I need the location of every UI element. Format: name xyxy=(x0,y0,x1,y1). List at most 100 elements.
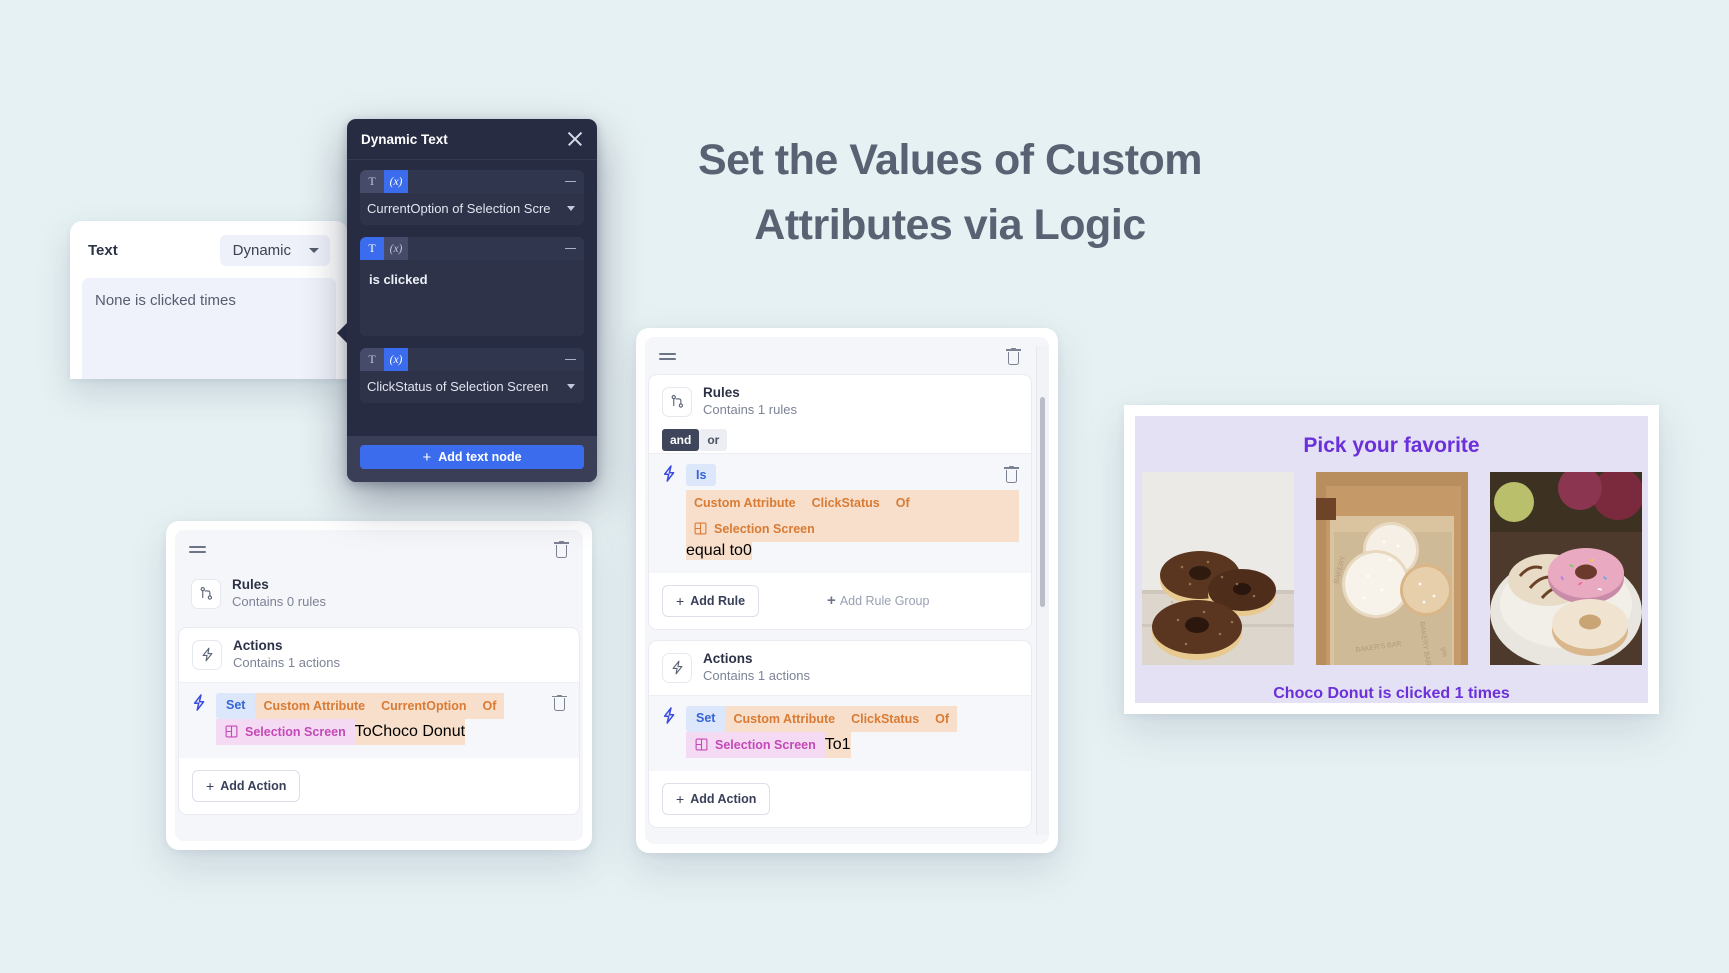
rule-comparator-group[interactable]: equal to 0 xyxy=(686,541,752,560)
rule-screen-chip[interactable]: Selection Screen xyxy=(686,516,823,542)
action-attribute-group[interactable]: Custom Attribute ClickStatus Of xyxy=(725,705,958,732)
center-rules-subtitle: Contains 1 rules xyxy=(703,401,797,417)
rule-screen-label: Selection Screen xyxy=(714,521,815,536)
donut-option-pink[interactable] xyxy=(1489,472,1642,665)
text-panel-label: Text xyxy=(88,242,118,259)
rule-top-line: Is xyxy=(686,463,1019,486)
action-screen-label: Selection Screen xyxy=(245,724,346,739)
drag-handle-icon[interactable] xyxy=(659,352,676,361)
rules-branch-icon xyxy=(662,386,692,417)
action-attribute-name: ClickStatus xyxy=(851,711,920,726)
action-screen-chip[interactable]: Selection Screen xyxy=(216,718,355,745)
add-text-node-button[interactable]: + Add text node xyxy=(360,445,584,469)
rule-verb[interactable]: Is xyxy=(686,463,717,486)
delete-rule-icon[interactable] xyxy=(1004,466,1019,483)
action-line-2: Selection Screen To Choco Donut xyxy=(216,718,543,745)
drag-handle-icon[interactable] xyxy=(189,545,206,554)
delete-icon[interactable] xyxy=(1006,348,1021,365)
donut-preview-caption: Choco Donut is clicked 1 times xyxy=(1273,685,1510,702)
add-action-button[interactable]: + Add Action xyxy=(662,782,771,815)
rule-value: 0 xyxy=(742,541,752,559)
page-title: Set the Values of Custom Attributes via … xyxy=(697,136,1203,250)
rule-attribute-label: Custom Attribute xyxy=(694,495,796,510)
action-row: Set Custom Attribute CurrentOption Of Se… xyxy=(179,681,579,758)
text-type-icon[interactable]: T xyxy=(360,237,384,260)
rule-body: Is Custom Attribute ClickStatus Of Selec… xyxy=(686,463,1019,560)
operator-and-button[interactable]: and xyxy=(662,428,700,451)
action-value: Choco Donut xyxy=(371,722,466,740)
rule-attribute-name: ClickStatus xyxy=(811,495,880,510)
text-node-1-value: CurrentOption of Selection Scre xyxy=(367,201,551,216)
text-node-1-select[interactable]: CurrentOption of Selection Scre xyxy=(360,193,584,225)
add-text-node-label: Add text node xyxy=(438,450,522,464)
donut-preview-title: Pick your favorite xyxy=(1303,434,1480,457)
delete-action-icon[interactable] xyxy=(552,694,567,712)
dialog-title: Dynamic Text xyxy=(361,131,448,147)
text-node-2: T (x) is clicked xyxy=(360,237,584,336)
text-node-2-header: T (x) xyxy=(360,237,584,260)
action-value-group[interactable]: To 1 xyxy=(824,731,851,758)
operator-or-button[interactable]: or xyxy=(699,428,728,451)
action-screen-label: Selection Screen xyxy=(715,737,816,752)
action-line-1: Set Custom Attribute ClickStatus Of xyxy=(686,705,1019,732)
add-rule-group-button[interactable]: + Add Rule Group xyxy=(827,592,929,609)
action-value: 1 xyxy=(841,735,851,753)
close-icon[interactable] xyxy=(566,130,584,148)
left-card-inner: Rules Contains 0 rules Actions Contains … xyxy=(175,530,583,841)
action-line-2: Selection Screen To 1 xyxy=(686,731,1019,758)
donut-option-choco[interactable] xyxy=(1141,472,1294,665)
collapse-icon[interactable] xyxy=(565,358,576,361)
sugar-donut-image: BAKERY BAKER'S BAR BAKERY BAR 9% xyxy=(1315,472,1468,665)
delete-icon[interactable] xyxy=(554,541,569,558)
left-rules-section: Rules Contains 0 rules xyxy=(178,567,580,621)
center-rules-footer: + Add Rule + Add Rule Group xyxy=(649,572,1031,629)
add-rule-label: Add Rule xyxy=(690,593,746,608)
action-attribute-group[interactable]: Custom Attribute CurrentOption Of xyxy=(255,692,505,719)
center-card-inner: Rules Contains 1 rules and or Is Custom … xyxy=(645,337,1049,844)
plus-icon: + xyxy=(676,592,685,609)
action-to-label: To xyxy=(824,735,842,753)
text-type-icon[interactable]: T xyxy=(360,348,384,371)
text-type-icon[interactable]: T xyxy=(360,170,384,193)
left-actions-footer: + Add Action xyxy=(179,757,579,814)
action-screen-chip[interactable]: Selection Screen xyxy=(686,731,825,758)
action-value-group[interactable]: To Choco Donut xyxy=(354,718,466,745)
text-node-2-value: is clicked xyxy=(369,272,428,287)
collapse-icon[interactable] xyxy=(565,180,576,183)
add-rule-group-label: Add Rule Group xyxy=(839,593,930,608)
add-rule-button[interactable]: + Add Rule xyxy=(662,584,760,617)
expression-type-icon[interactable]: (x) xyxy=(384,348,408,371)
pink-donut-image xyxy=(1489,472,1642,665)
left-actions-subtitle: Contains 1 actions xyxy=(233,654,340,670)
left-card-toolbar xyxy=(175,530,583,567)
text-mode-select[interactable]: Dynamic xyxy=(219,235,330,266)
text-mode-value: Dynamic xyxy=(232,242,291,259)
action-verb[interactable]: Set xyxy=(686,705,726,732)
text-node-2-textarea[interactable]: is clicked xyxy=(360,260,584,336)
rule-attribute-group[interactable]: Custom Attribute ClickStatus Of Selectio… xyxy=(686,489,1019,542)
add-action-button[interactable]: + Add Action xyxy=(192,769,301,802)
text-preview-value: None is clicked times xyxy=(95,292,236,309)
expression-type-icon[interactable]: (x) xyxy=(384,170,408,193)
bolt-icon xyxy=(663,706,675,724)
text-node-3-select[interactable]: ClickStatus of Selection Screen xyxy=(360,371,584,403)
scrollbar-thumb[interactable] xyxy=(1040,397,1045,607)
expression-type-icon[interactable]: (x) xyxy=(384,237,408,260)
rule-comparator: equal to xyxy=(686,541,743,559)
action-attribute-label: Custom Attribute xyxy=(733,711,836,726)
collapse-icon[interactable] xyxy=(565,247,576,250)
plus-icon: + xyxy=(206,777,215,794)
center-card-toolbar xyxy=(645,337,1049,374)
dynamic-text-dialog: Dynamic Text T (x) CurrentOption of Sele… xyxy=(347,119,597,482)
dialog-body: T (x) CurrentOption of Selection Scre T … xyxy=(347,160,597,436)
text-preview-area[interactable]: None is clicked times xyxy=(82,278,336,379)
text-panel-header: Text Dynamic xyxy=(70,221,348,276)
donut-option-sugar[interactable]: BAKERY BAKER'S BAR BAKERY BAR 9% xyxy=(1315,472,1468,665)
chevron-down-icon xyxy=(567,384,575,389)
screen-grid-icon xyxy=(225,725,238,738)
rule-of-label: Of xyxy=(895,495,910,510)
action-verb[interactable]: Set xyxy=(216,692,256,719)
plus-icon: + xyxy=(827,592,836,610)
bolt-icon xyxy=(663,465,675,482)
left-rules-title: Rules xyxy=(232,577,269,592)
